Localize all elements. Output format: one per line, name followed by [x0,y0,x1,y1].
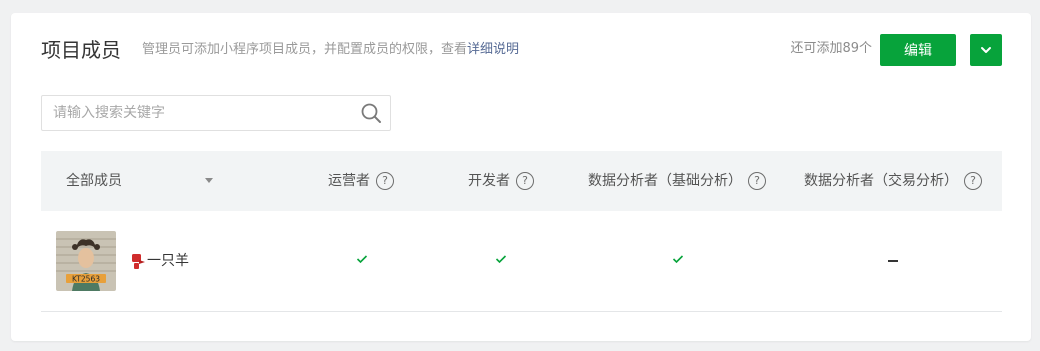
member-name-cell: 一只羊 [130,251,189,271]
avatar: KT2563 [56,231,116,291]
project-members-card: 项目成员 管理员可添加小程序项目成员，并配置成员的权限，查看详细说明 还可添加8… [11,13,1031,341]
member-name: 一只羊 [147,253,189,269]
search-icon[interactable] [360,102,382,124]
dash-icon [888,260,898,262]
member-filter-select[interactable]: 全部成员 [66,151,122,211]
column-label: 运营者 [328,173,370,189]
question-circle-icon[interactable]: ? [748,172,766,190]
permission-operator-cell [352,249,372,269]
caret-down-icon[interactable] [205,178,213,183]
more-dropdown-button[interactable] [970,34,1002,66]
question-circle-icon[interactable]: ? [376,172,394,190]
member-filter-label: 全部成员 [66,173,122,189]
permission-developer-cell [491,249,511,269]
search-input[interactable] [42,96,353,130]
avatar-caption: KT2563 [72,275,100,284]
column-header-analyst-basic: 数据分析者（基础分析） ? [588,151,766,211]
permission-analyst-basic-cell [668,249,688,269]
column-label: 数据分析者（基础分析） [588,173,742,189]
question-circle-icon[interactable]: ? [964,172,982,190]
chevron-down-icon [981,47,991,53]
search-box [41,95,391,131]
avatar-image: KT2563 [56,231,116,291]
column-header-analyst-trade: 数据分析者（交易分析） ? [804,151,982,211]
check-icon [495,255,507,264]
question-circle-icon[interactable]: ? [516,172,534,190]
column-label: 开发者 [468,173,510,189]
page-description: 管理员可添加小程序项目成员，并配置成员的权限，查看详细说明 [142,41,519,59]
column-header-developer: 开发者 ? [468,151,534,211]
table-header: 全部成员 运营者 ? 开发者 ? 数据分析者（基础分析） ? 数据分析者（交易分… [41,151,1002,211]
page-title: 项目成员 [41,38,121,62]
column-header-operator: 运营者 ? [328,151,394,211]
description-text: 管理员可添加小程序项目成员，并配置成员的权限，查看 [142,42,468,57]
column-label: 数据分析者（交易分析） [804,173,958,189]
member-quota: 还可添加89个 [790,41,872,56]
details-link[interactable]: 详细说明 [467,42,519,57]
check-icon [356,255,368,264]
edit-button[interactable]: 编辑 [880,34,956,66]
check-icon [672,255,684,264]
table-row: KT2563 一只羊 [41,211,1002,312]
red-decoration-icon [132,253,145,269]
